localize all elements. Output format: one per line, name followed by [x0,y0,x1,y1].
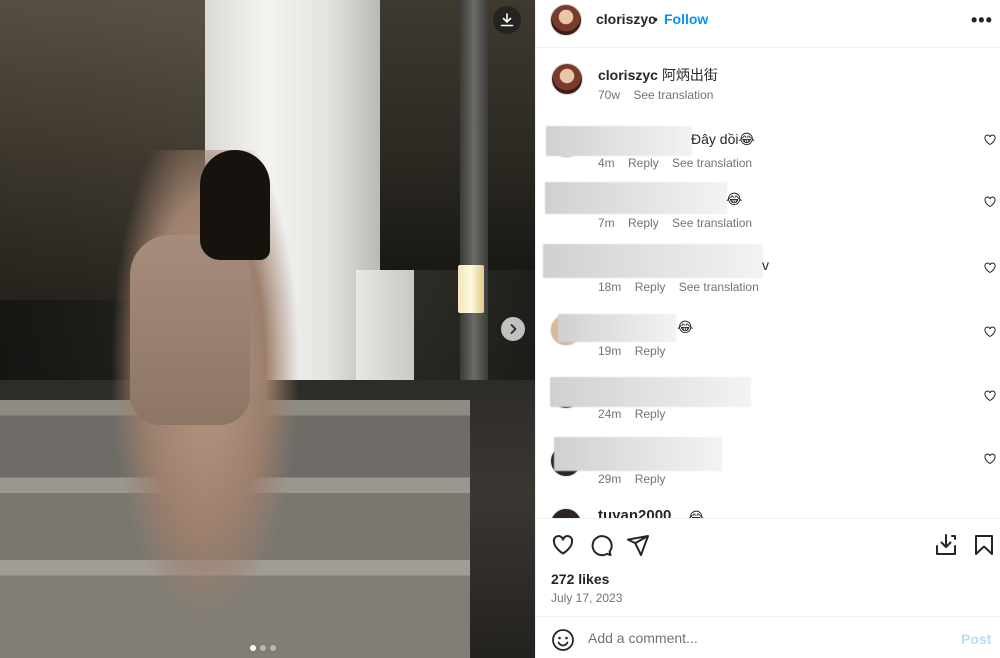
street-pole [460,0,488,410]
caption-avatar[interactable] [551,63,583,95]
carousel-dot [270,645,276,651]
post-detail-panel: cloriszyc • Follow ••• cloriszyc 阿炳出街 70w… [535,0,1000,658]
redacted-commenter [558,314,676,342]
emoji-icon[interactable] [551,628,575,652]
comment-text: 😂 [726,191,743,207]
comments-list[interactable]: cloriszyc 阿炳出街 70w See translation Đây dồ… [536,48,1000,518]
comment-like-icon[interactable] [984,134,996,146]
comment-like-icon[interactable] [984,390,996,402]
post-date[interactable]: July 17, 2023 [551,591,622,605]
comment-text: Đây dồi😂 [691,131,755,147]
reply-link[interactable]: Reply [628,216,659,230]
comment-like-icon[interactable] [984,453,996,465]
follow-button[interactable]: Follow [664,11,708,27]
heart-icon[interactable] [551,533,575,557]
bookmark-icon[interactable] [972,533,996,557]
comment-row: 😂 19m Reply [536,314,1000,374]
comment-meta: 7m Reply See translation [598,216,762,230]
likes-count[interactable]: 272 likes [551,571,609,587]
save-to-collection-icon[interactable] [934,533,958,557]
post-actions: 272 likes July 17, 2023 [536,518,1000,616]
add-comment-bar: Post [536,616,1000,658]
caption-age: 70w [598,88,621,102]
redacted-commenter [554,437,722,471]
author-username[interactable]: cloriszyc [596,11,656,27]
comment-time: 4m [598,156,615,170]
chevron-right-icon [510,324,517,334]
caption-see-translation[interactable]: See translation [633,88,713,102]
hair [200,150,270,260]
carousel-indicator [250,645,276,651]
commenter-username[interactable]: tuyan2000 [598,507,671,518]
comment-text: v [762,257,769,273]
comment-row: 😂 7m Reply See translation [536,182,1000,242]
reply-link[interactable]: Reply [635,344,666,358]
comment-time: 24m [598,407,622,421]
carousel-dot [250,645,256,651]
comment-like-icon[interactable] [984,196,996,208]
redacted-commenter [545,182,727,214]
dress [130,235,250,425]
carousel-dot [260,645,266,651]
comment-meta: 4m Reply See translation [598,156,762,170]
comment-input[interactable] [588,627,948,649]
commenter-avatar[interactable] [550,508,582,518]
comment-row: 24m Reply [536,377,1000,437]
comment-time: 7m [598,216,615,230]
see-translation-link[interactable]: See translation [672,156,752,170]
comment-like-icon[interactable] [984,262,996,274]
author-avatar[interactable] [550,4,582,36]
comment-icon[interactable] [589,533,613,557]
download-button[interactable] [493,6,521,34]
reply-link[interactable]: Reply [635,472,666,486]
comment-row: v 18m Reply See translation [536,244,1000,304]
comment-row-partial: tuyan2000 😂 [536,505,1000,518]
comment-meta: 29m Reply [598,472,675,486]
post-photo[interactable] [0,0,535,658]
comment-meta: 18m Reply See translation [598,280,769,294]
download-icon [500,13,514,27]
reply-link[interactable]: Reply [635,407,666,421]
comment-meta: 19m Reply [598,344,675,358]
see-translation-link[interactable]: See translation [672,216,752,230]
comment-time: 19m [598,344,622,358]
comment-text: 😂 [677,319,694,335]
comment-time: 18m [598,280,622,294]
see-translation-link[interactable]: See translation [679,280,759,294]
reply-link[interactable]: Reply [628,156,659,170]
post-comment-button[interactable]: Post [961,631,991,647]
more-options-icon[interactable]: ••• [971,10,993,31]
header-separator: • [653,11,658,27]
comment-row: 29m Reply [536,437,1000,497]
comment-like-icon[interactable] [984,326,996,338]
caption-username[interactable]: cloriszyc [598,67,658,83]
comment-row: Đây dồi😂 4m Reply See translation [536,126,1000,186]
carousel-next-button[interactable] [501,317,525,341]
caption-text: 阿炳出街 [661,67,718,83]
caption-meta: 70w See translation [598,88,723,102]
post-header: cloriszyc • Follow ••• [536,0,1000,48]
comment-time: 29m [598,472,622,486]
redacted-commenter [543,244,763,278]
background-building-right [380,0,535,270]
redacted-commenter [550,377,751,407]
comment-meta: 24m Reply [598,407,675,421]
street-lamp [458,265,484,313]
caption: cloriszyc 阿炳出街 [598,65,718,85]
share-icon[interactable] [626,533,650,557]
comment-text: 😂 [688,509,705,518]
redacted-commenter [546,126,692,156]
reply-link[interactable]: Reply [635,280,666,294]
